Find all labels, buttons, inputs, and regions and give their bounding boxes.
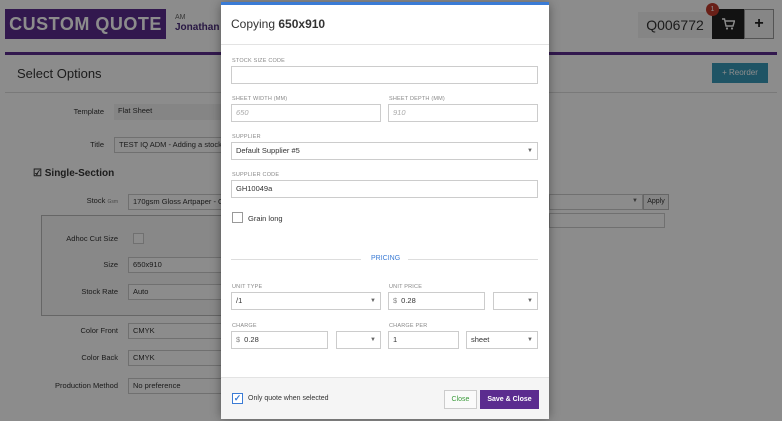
sheet-width-label: SHEET WIDTH (MM): [232, 96, 288, 102]
supplier-select[interactable]: Default Supplier #5 ▼: [231, 142, 538, 160]
chevron-down-icon: ▼: [527, 298, 533, 304]
unit-price-label: UNIT PRICE: [389, 284, 423, 290]
charge-label: CHARGE: [232, 323, 257, 329]
supplier-label: SUPPLIER: [232, 134, 261, 140]
grain-long-checkbox[interactable]: [232, 212, 243, 223]
supplier-value: Default Supplier #5: [236, 146, 300, 155]
supplier-code-label: SUPPLIER CODE: [232, 172, 280, 178]
supplier-code-input[interactable]: GH10049a: [231, 180, 538, 198]
charge-per-unit-select[interactable]: sheet ▼: [466, 331, 538, 349]
modal-title-prefix: Copying: [231, 17, 279, 31]
chevron-down-icon: ▼: [527, 148, 533, 154]
charge-per-label: CHARGE PER: [389, 323, 428, 329]
copy-stock-modal: Copying 650x910 STOCK SIZE CODE SHEET WI…: [221, 2, 549, 419]
stock-size-code-input[interactable]: [231, 66, 538, 84]
grain-long-label: Grain long: [248, 214, 283, 223]
charge-type-select[interactable]: ▼: [336, 331, 381, 349]
dollar-icon: $: [236, 335, 241, 344]
stock-size-code-label: STOCK SIZE CODE: [232, 58, 286, 64]
charge-per-unit-value: sheet: [471, 335, 490, 344]
pricing-divider: PRICING: [231, 255, 538, 265]
unit-price-currency-select[interactable]: ▼: [493, 292, 538, 310]
pricing-line-left: [231, 259, 361, 260]
save-and-close-button[interactable]: Save & Close: [480, 390, 539, 409]
sheet-depth-label: SHEET DEPTH (MM): [389, 96, 445, 102]
chevron-down-icon: ▼: [370, 298, 376, 304]
unit-type-label: UNIT TYPE: [232, 284, 263, 290]
only-quote-label: Only quote when selected: [248, 395, 329, 402]
pricing-heading: PRICING: [371, 255, 401, 262]
modal-footer: ✓ Only quote when selected Close Save & …: [221, 377, 549, 419]
sheet-depth-input[interactable]: 910: [388, 104, 538, 122]
unit-type-value: /1: [236, 296, 243, 305]
chevron-down-icon: ▼: [370, 337, 376, 343]
charge-per-input[interactable]: 1: [388, 331, 459, 349]
modal-header: Copying 650x910: [221, 5, 549, 45]
sheet-width-input[interactable]: 650: [231, 104, 381, 122]
close-button[interactable]: Close: [444, 390, 477, 409]
only-quote-checkbox[interactable]: ✓: [232, 393, 243, 404]
charge-input[interactable]: $0.28: [231, 331, 328, 349]
unit-price-input[interactable]: $0.28: [388, 292, 485, 310]
chevron-down-icon: ▼: [527, 337, 533, 343]
pricing-line-right: [408, 259, 538, 260]
dollar-icon: $: [393, 296, 398, 305]
modal-title-name: 650x910: [278, 17, 326, 31]
unit-type-select[interactable]: /1 ▼: [231, 292, 381, 310]
charge-value: 0.28: [244, 335, 259, 344]
unit-price-value: 0.28: [401, 296, 416, 305]
